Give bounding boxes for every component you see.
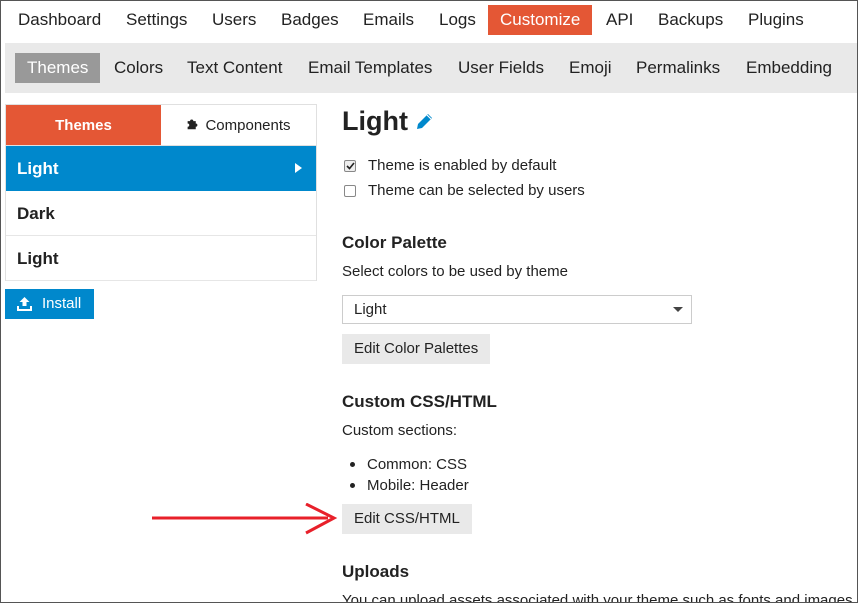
subnav-tab-text-content[interactable]: Text Content <box>187 53 282 83</box>
subnav-tab-colors[interactable]: Colors <box>114 53 163 83</box>
nav-tab-plugins[interactable]: Plugins <box>748 5 804 35</box>
check-icon <box>345 161 355 170</box>
user-selectable-checkbox[interactable] <box>344 184 356 197</box>
nav-tab-dashboard[interactable]: Dashboard <box>18 5 101 35</box>
themes-sidebar: Themes Components Light Dark Light <box>5 104 317 281</box>
edit-color-palettes-button[interactable]: Edit Color Palettes <box>342 334 491 364</box>
caret-right-icon <box>295 146 302 191</box>
install-theme-button[interactable]: Install <box>5 289 94 319</box>
enabled-by-default-label: Theme is enabled by default <box>368 157 557 174</box>
nav-tab-emails[interactable]: Emails <box>363 5 414 35</box>
nav-tab-logs[interactable]: Logs <box>439 5 476 35</box>
nav-tab-settings[interactable]: Settings <box>126 5 187 35</box>
theme-item-light-2[interactable]: Light <box>6 236 316 281</box>
theme-item-light[interactable]: Light <box>6 146 316 191</box>
list-item: Common: CSS <box>350 454 469 475</box>
uploads-heading: Uploads <box>342 562 410 581</box>
nav-tab-customize[interactable]: Customize <box>488 5 593 35</box>
user-selectable-row[interactable]: Theme can be selected by users <box>344 182 585 199</box>
theme-item-label: Light <box>17 159 59 178</box>
sidebar-tabs: Themes Components <box>5 104 317 146</box>
user-selectable-label: Theme can be selected by users <box>368 182 585 199</box>
nav-tab-users[interactable]: Users <box>212 5 256 35</box>
subnav-tab-themes[interactable]: Themes <box>15 53 101 83</box>
nav-tab-backups[interactable]: Backups <box>658 5 723 35</box>
custom-sections-list: Common: CSS Mobile: Header <box>350 454 469 496</box>
admin-top-nav: Dashboard Settings Users Badges Emails L… <box>0 0 858 40</box>
edit-css-html-button[interactable]: Edit CSS/HTML <box>342 504 472 534</box>
sidebar-tab-themes[interactable]: Themes <box>6 105 161 145</box>
subnav-tab-email-templates[interactable]: Email Templates <box>308 53 432 83</box>
color-palette-select[interactable]: Light <box>342 295 692 324</box>
color-palette-selected: Light <box>354 301 387 318</box>
annotation-arrow <box>152 503 338 535</box>
enabled-by-default-checkbox[interactable] <box>344 159 356 172</box>
color-palette-heading: Color Palette <box>342 233 447 252</box>
subnav-tab-user-fields[interactable]: User Fields <box>458 53 544 83</box>
chevron-down-icon <box>673 307 683 312</box>
install-button-label: Install <box>42 295 82 312</box>
color-palette-description: Select colors to be used by theme <box>342 263 568 280</box>
theme-item-label: Light <box>17 249 59 268</box>
theme-title: Light <box>342 106 408 136</box>
subnav-tab-permalinks[interactable]: Permalinks <box>636 53 720 83</box>
pencil-icon[interactable] <box>414 112 434 132</box>
upload-icon <box>17 297 32 311</box>
subnav-tab-embedding[interactable]: Embedding <box>746 53 832 83</box>
customize-sub-nav: Themes Colors Text Content Email Templat… <box>5 43 857 93</box>
custom-sections-label: Custom sections: <box>342 422 458 439</box>
sidebar-tab-components[interactable]: Components <box>161 105 316 145</box>
custom-css-heading: Custom CSS/HTML <box>342 392 497 411</box>
theme-item-label: Dark <box>17 204 55 223</box>
sidebar-tab-components-label: Components <box>205 116 291 134</box>
list-item: Mobile: Header <box>350 475 469 496</box>
enabled-by-default-row[interactable]: Theme is enabled by default <box>344 157 556 174</box>
nav-tab-api[interactable]: API <box>606 5 633 35</box>
theme-list: Light Dark Light <box>5 146 317 281</box>
nav-tab-badges[interactable]: Badges <box>281 5 339 35</box>
theme-title-row: Light <box>342 106 434 137</box>
theme-item-dark[interactable]: Dark <box>6 191 316 236</box>
uploads-description: You can upload assets associated with yo… <box>342 592 853 603</box>
puzzle-piece-icon <box>186 117 199 133</box>
subnav-tab-emoji[interactable]: Emoji <box>569 53 612 83</box>
